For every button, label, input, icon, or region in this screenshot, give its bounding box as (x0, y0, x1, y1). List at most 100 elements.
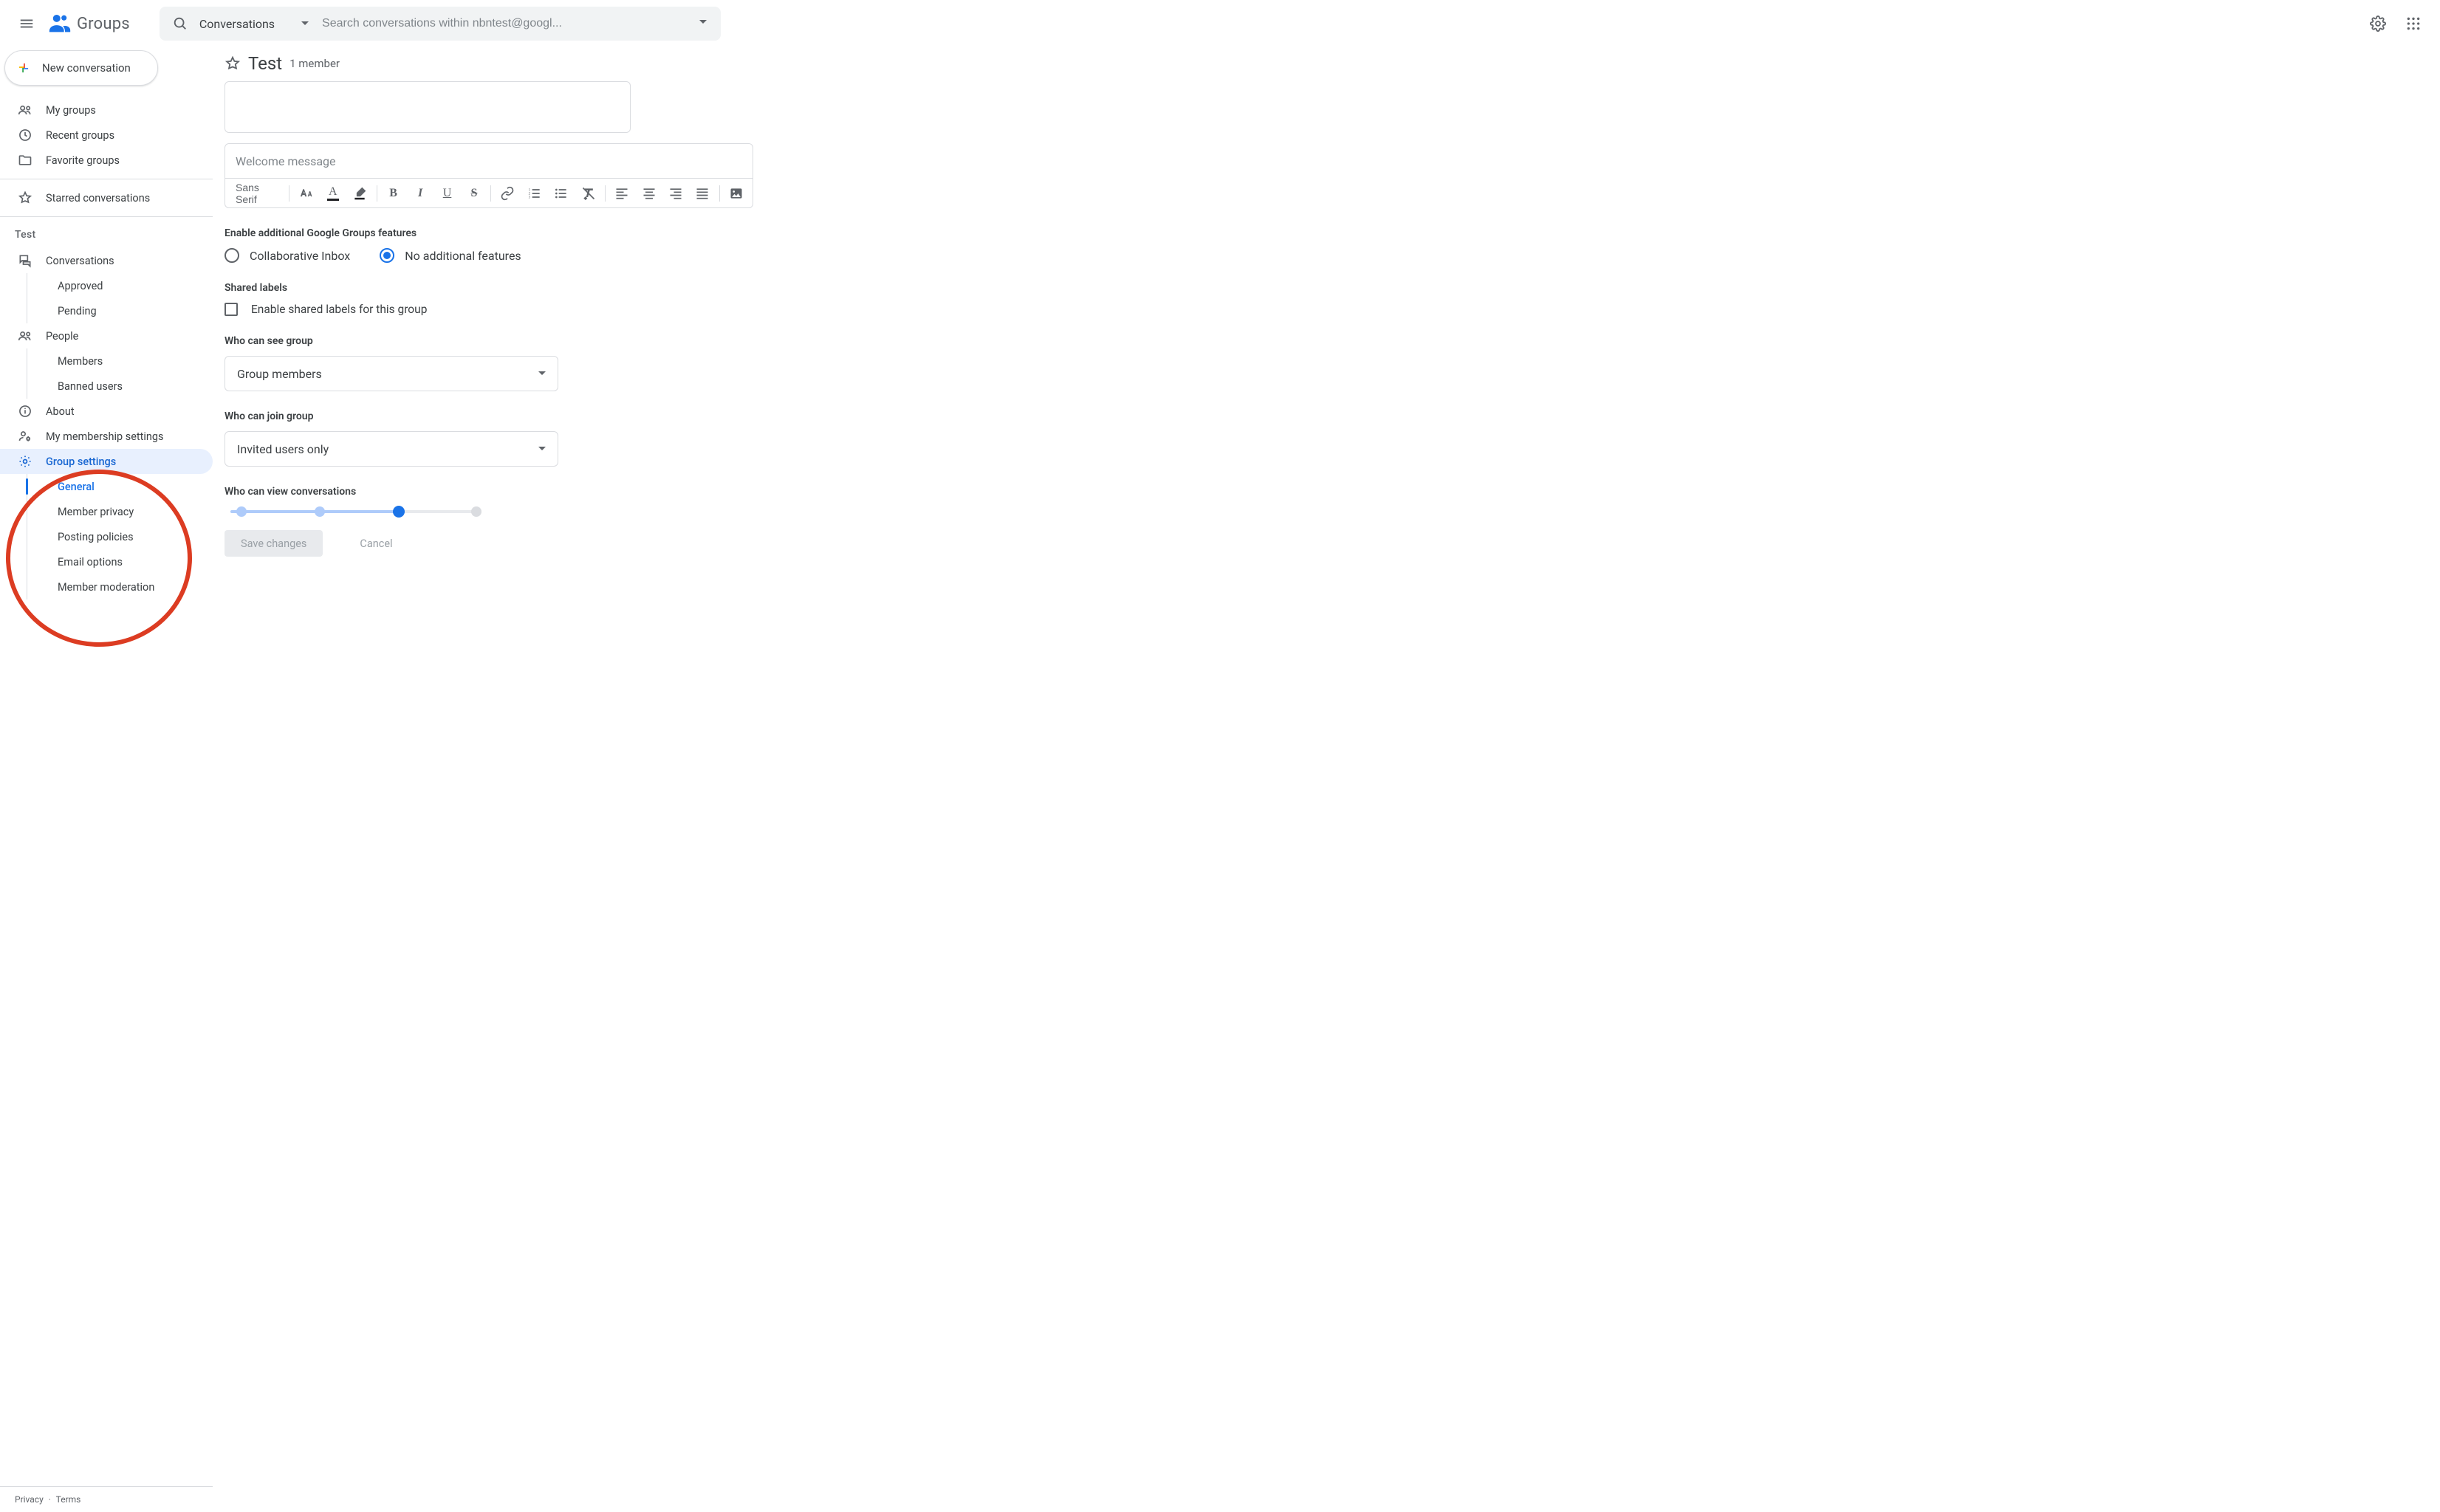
sidebar-sub-pending[interactable]: Pending (0, 298, 213, 323)
highlight-color-button[interactable] (348, 180, 371, 207)
sidebar-sub-posting-policies[interactable]: Posting policies (0, 524, 213, 549)
sidebar-sub-email-options[interactable]: Email options (0, 549, 213, 574)
sidebar-item-starred[interactable]: Starred conversations (0, 185, 213, 210)
rich-text-toolbar: Sans Serif A B I U S 123 (225, 179, 753, 208)
new-conversation-label: New conversation (42, 61, 131, 75)
sidebar-item-group-settings[interactable]: Group settings (0, 449, 213, 474)
sidebar-sub-label: Members (58, 355, 103, 368)
shared-labels-header: Shared labels (225, 282, 2440, 294)
search-scope-label: Conversations (199, 17, 275, 31)
sidebar-sub-member-moderation[interactable]: Member moderation (0, 574, 213, 599)
button-row: Save changes Cancel (225, 530, 2440, 557)
link-icon (500, 186, 515, 201)
align-left-icon (614, 186, 629, 201)
brand[interactable]: Groups (47, 11, 130, 36)
ordered-list-icon: 123 (527, 186, 542, 201)
italic-button[interactable]: I (408, 180, 432, 207)
footer-privacy-link[interactable]: Privacy (15, 1494, 44, 1505)
new-conversation-button[interactable]: New conversation (4, 50, 158, 86)
star-group-button[interactable] (225, 55, 241, 72)
sidebar-item-membership-settings[interactable]: My membership settings (0, 424, 213, 449)
radio-label: No additional features (405, 249, 521, 263)
align-center-button[interactable] (637, 180, 660, 207)
main-menu-button[interactable] (12, 9, 41, 38)
align-left-button[interactable] (610, 180, 634, 207)
sidebar-item-my-groups[interactable]: My groups (0, 97, 213, 123)
sidebar-sub-approved[interactable]: Approved (0, 273, 213, 298)
strikethrough-button[interactable]: S (462, 180, 486, 207)
groups-logo-icon (47, 11, 72, 36)
star-outline-icon (225, 55, 241, 72)
strikethrough-icon: S (471, 187, 478, 200)
font-size-icon (298, 186, 313, 201)
clear-format-icon (581, 186, 596, 201)
save-changes-button[interactable]: Save changes (225, 530, 323, 557)
apps-button[interactable] (2399, 9, 2428, 38)
link-button[interactable] (496, 180, 519, 207)
description-box[interactable] (225, 81, 631, 133)
slider-thumb[interactable] (393, 506, 405, 518)
gear-icon (18, 454, 32, 469)
plus-icon (16, 60, 32, 76)
chevron-down-icon (699, 20, 707, 27)
chevron-down-icon (538, 371, 546, 379)
sidebar-item-label: Recent groups (46, 129, 114, 142)
clear-formatting-button[interactable] (576, 180, 600, 207)
search-icon-button[interactable] (165, 16, 195, 32)
text-color-button[interactable]: A (321, 180, 345, 207)
sidebar-sub-banned[interactable]: Banned users (0, 374, 213, 399)
member-count: 1 member (289, 57, 340, 70)
sidebar: New conversation My groups Recent groups… (0, 47, 213, 1512)
chevron-down-icon (538, 447, 546, 454)
insert-image-button[interactable] (724, 180, 748, 207)
ordered-list-button[interactable]: 123 (523, 180, 546, 207)
sidebar-item-about[interactable]: About (0, 399, 213, 424)
search-input[interactable] (316, 17, 691, 30)
who-can-see-dropdown[interactable]: Group members (225, 356, 558, 391)
sidebar-item-favorite-groups[interactable]: Favorite groups (0, 148, 213, 173)
footer-terms-link[interactable]: Terms (56, 1494, 81, 1505)
footer-dot: · (46, 1494, 54, 1505)
footer-links: Privacy · Terms (0, 1486, 213, 1512)
highlight-icon (352, 186, 367, 201)
search-options-button[interactable] (691, 20, 715, 27)
sidebar-item-label: Starred conversations (46, 192, 150, 205)
welcome-message-input[interactable]: Welcome message (225, 143, 753, 179)
underline-button[interactable]: U (435, 180, 459, 207)
nav-group: Conversations Approved Pending People Me… (0, 247, 213, 601)
sidebar-item-people[interactable]: People (0, 323, 213, 348)
font-family-dropdown[interactable]: Sans Serif (230, 182, 284, 205)
align-right-button[interactable] (664, 180, 688, 207)
apps-grid-icon (2406, 16, 2421, 31)
search-bar: Conversations (160, 7, 721, 41)
sidebar-sub-label: General (58, 481, 95, 493)
sidebar-sub-member-privacy[interactable]: Member privacy (0, 499, 213, 524)
radio-no-additional-features[interactable]: No additional features (380, 248, 521, 263)
shared-labels-checkbox[interactable] (225, 303, 238, 316)
who-can-view-label: Who can view conversations (225, 486, 2440, 498)
bold-button[interactable]: B (381, 180, 405, 207)
sidebar-item-label: Conversations (46, 255, 114, 267)
who-can-view-slider[interactable] (225, 506, 483, 517)
search-scope-dropdown[interactable]: Conversations (195, 17, 316, 31)
settings-button[interactable] (2363, 9, 2393, 38)
radio-collaborative-inbox[interactable]: Collaborative Inbox (225, 248, 350, 263)
align-justify-icon (695, 186, 710, 201)
sidebar-item-conversations[interactable]: Conversations (0, 248, 213, 273)
welcome-block: Welcome message Sans Serif A B I U S 123 (225, 143, 753, 208)
sidebar-sub-members[interactable]: Members (0, 348, 213, 374)
sidebar-item-label: My groups (46, 104, 96, 117)
cancel-button[interactable]: Cancel (343, 530, 408, 557)
slider-stop (315, 506, 325, 517)
toolbar-separator (490, 185, 491, 202)
align-right-icon (668, 186, 683, 201)
who-can-join-dropdown[interactable]: Invited users only (225, 431, 558, 467)
people-icon (18, 103, 32, 117)
unordered-list-button[interactable] (549, 180, 573, 207)
chevron-down-icon (301, 21, 309, 29)
font-size-button[interactable] (294, 180, 318, 207)
sidebar-sub-general[interactable]: General (0, 474, 213, 499)
button-label: Cancel (360, 537, 392, 550)
sidebar-item-recent-groups[interactable]: Recent groups (0, 123, 213, 148)
align-justify-button[interactable] (690, 180, 714, 207)
